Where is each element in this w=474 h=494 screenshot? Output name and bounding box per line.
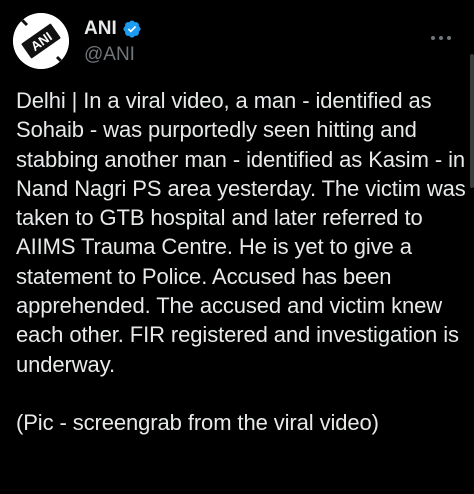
scrollbar[interactable] <box>470 54 474 188</box>
avatar[interactable]: ANI <box>13 13 69 69</box>
tweet-text: Delhi | In a viral video, a man - identi… <box>16 88 466 436</box>
author-block: ANI @ANI <box>84 17 142 66</box>
more-options-icon[interactable] <box>430 28 452 40</box>
tweet: ANI ANI @ANI Delhi | In a viral video, a… <box>0 0 474 494</box>
name-row: ANI <box>84 17 142 41</box>
handle[interactable]: @ANI <box>84 44 142 66</box>
verified-badge-icon <box>122 19 142 39</box>
ani-logo: ANI <box>13 13 69 69</box>
display-name[interactable]: ANI <box>84 18 117 40</box>
